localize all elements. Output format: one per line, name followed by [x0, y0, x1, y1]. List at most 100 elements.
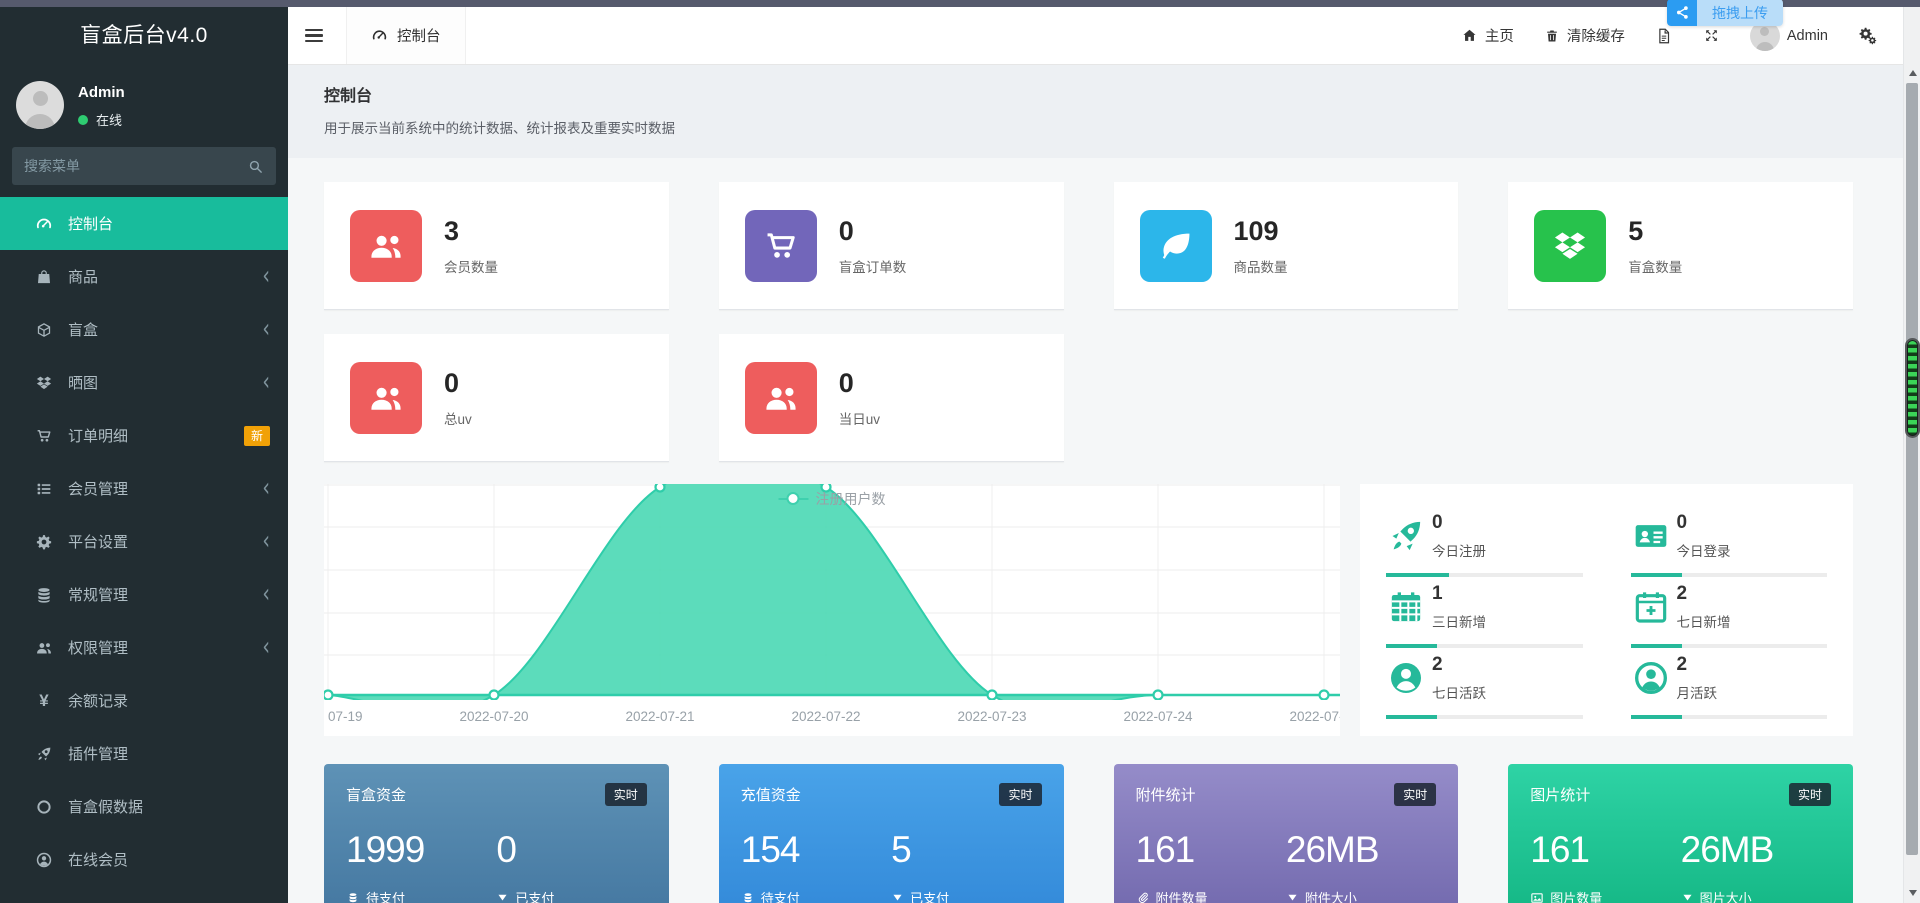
stat-card: 0 总uv [324, 334, 669, 462]
search-input[interactable] [24, 158, 247, 174]
sidebar-item-circle[interactable]: 盲盒假数据 [0, 780, 288, 833]
summary-card-附件统计: 附件统计 实时 161 26MB 附件数量 附件大小 [1113, 764, 1459, 903]
share-nodes-icon [1676, 6, 1688, 19]
scrollbar-thumb[interactable] [1906, 83, 1918, 855]
summary-left-label: 附件数量 [1136, 888, 1286, 903]
summary-card-title: 盲盒资金 [346, 787, 407, 804]
drag-upload-badge[interactable]: 拖拽上传 [1667, 0, 1783, 26]
tab-console[interactable]: 控制台 [346, 7, 466, 64]
scroll-down-arrow-icon[interactable] [1904, 885, 1920, 901]
summary-card-充值资金: 充值资金 实时 154 5 待支付 已支付 [718, 764, 1064, 903]
drag-upload-label: 拖拽上传 [1697, 0, 1783, 26]
clear-cache-button[interactable]: 清除缓存 [1544, 25, 1625, 46]
x-tick-label: 2022-07-21 [625, 709, 695, 724]
home-icon [1461, 27, 1478, 44]
sidebar-item-label: 插件管理 [68, 746, 129, 763]
page-header: 控制台 用于展示当前系统中的统计数据、统计报表及重要实时数据 [288, 65, 1903, 158]
sidebar-item-label: 权限管理 [68, 640, 129, 657]
chart-legend[interactable]: 注册用户数 [778, 489, 886, 509]
user-avatar [16, 81, 64, 129]
menu-search-box[interactable] [12, 147, 276, 185]
stat-cards-grid: 3 会员数量 0 盲盒订单数 109 商品数量 5 盲盒数量 0 总uv 0 当日uv [324, 182, 1853, 462]
settings-button[interactable] [1858, 26, 1877, 45]
realtime-badge: 实时 [1788, 783, 1831, 806]
x-tick-label: 2022-07-22 [791, 709, 861, 724]
mini-stat-value: 2 [1676, 654, 1688, 675]
new-badge: 新 [243, 425, 270, 446]
stat-card: 109 商品数量 [1113, 182, 1459, 310]
main-area: 控制台 主页 清除缓存 Admin 拖拽上传 控制台 用于展示当前系统中的统计数… [288, 0, 1903, 903]
sidebar-item-database[interactable]: 常规管理 ‹ [0, 568, 288, 621]
gear-icon [36, 534, 52, 549]
gears-icon [1859, 27, 1877, 45]
summary-card-title: 附件统计 [1135, 787, 1196, 804]
user-status: 在线 [78, 110, 125, 129]
mini-stat-value: 2 [1432, 654, 1443, 675]
summary-right-label: 已支付 [891, 888, 1041, 903]
sidebar-item-rocket[interactable]: 插件管理 [0, 727, 288, 780]
mini-stat-value: 1 [1432, 583, 1443, 604]
sidebar-item-label: 晒图 [68, 375, 99, 392]
sidebar-item-cart[interactable]: 订单明细 新 [0, 409, 288, 462]
page-subtitle: 用于展示当前系统中的统计数据、统计报表及重要实时数据 [324, 121, 675, 136]
user-status-label: 在线 [96, 113, 123, 128]
yen-icon: ¥ [39, 690, 49, 710]
sidebar-toggle-button[interactable] [288, 7, 340, 64]
sidebar-item-users[interactable]: 权限管理 ‹ [0, 621, 288, 674]
home-link[interactable]: 主页 [1461, 25, 1514, 46]
chevron-left-icon: ‹ [262, 472, 270, 503]
scroll-up-arrow-icon[interactable] [1904, 65, 1920, 81]
mini-stat-三日新增: 1 三日新增 [1386, 577, 1583, 648]
window-top-strip [0, 0, 1920, 7]
users-icon [371, 235, 401, 258]
mini-stat-label: 七日新增 [1676, 615, 1731, 630]
stat-card: 0 盲盒订单数 [718, 182, 1064, 310]
stat-card-icon-box [1534, 209, 1607, 282]
sidebar-user-panel: Admin 在线 [0, 65, 288, 143]
sidebar-item-cube[interactable]: 盲盒 ‹ [0, 303, 288, 356]
fullscreen-button[interactable] [1703, 27, 1720, 44]
sidebar-item-gear[interactable]: 平台设置 ‹ [0, 515, 288, 568]
mini-stat-progress [1386, 644, 1583, 648]
navbar-username: Admin [1786, 27, 1828, 44]
expand-icon [1703, 27, 1720, 44]
sidebar-item-dropbox[interactable]: 晒图 ‹ [0, 356, 288, 409]
mini-stat-value: 2 [1676, 583, 1688, 604]
sidebar-item-bag[interactable]: 商品 ‹ [0, 250, 288, 303]
summary-card-盲盒资金: 盲盒资金 实时 1999 0 待支付 已支付 [324, 764, 669, 903]
stat-label: 盲盒数量 [1628, 259, 1683, 275]
mini-stat-progress [1630, 715, 1827, 719]
sidebar-item-yen[interactable]: ¥ 余额记录 [0, 674, 288, 727]
mini-stat-七日活跃: 2 七日活跃 [1386, 648, 1583, 719]
summary-right-label: 附件大小 [1286, 888, 1436, 903]
cube-icon [37, 322, 51, 337]
page-scrollbar[interactable] [1903, 7, 1920, 903]
summary-right-value: 26MB [1285, 829, 1380, 870]
sidebar-item-dashboard[interactable]: 控制台 [0, 197, 288, 250]
caret-icon [498, 894, 507, 901]
mini-stat-progress [1386, 715, 1583, 719]
circle-icon [37, 799, 51, 814]
summary-card-title: 图片统计 [1530, 787, 1591, 804]
sidebar-item-label: 盲盒假数据 [68, 799, 144, 816]
mini-stat-progress [1630, 644, 1827, 648]
users-icon [766, 387, 796, 410]
dropbox-icon [1555, 232, 1586, 259]
stat-card: 3 会员数量 [324, 182, 669, 310]
sidebar-item-list[interactable]: 会员管理 ‹ [0, 462, 288, 515]
legend-label: 注册用户数 [815, 491, 886, 507]
chevron-left-icon: ‹ [262, 260, 270, 291]
rocket-mini-icon [1392, 521, 1421, 551]
summary-right-label: 图片大小 [1681, 888, 1831, 903]
user-filled-icon [1391, 663, 1421, 693]
document-icon [1655, 27, 1673, 45]
dashboard-icon [371, 27, 388, 44]
paperclip-icon [1138, 892, 1148, 903]
stat-label: 总uv [444, 411, 472, 427]
gears-icon [1858, 26, 1877, 45]
sidebar-item-label: 常规管理 [68, 587, 129, 604]
sidebar-item-user-circle[interactable]: 在线会员 [0, 833, 288, 886]
sidebar-item-label: 盲盒 [68, 322, 99, 339]
docs-button[interactable] [1655, 27, 1673, 45]
stat-card-icon-box [350, 361, 422, 434]
